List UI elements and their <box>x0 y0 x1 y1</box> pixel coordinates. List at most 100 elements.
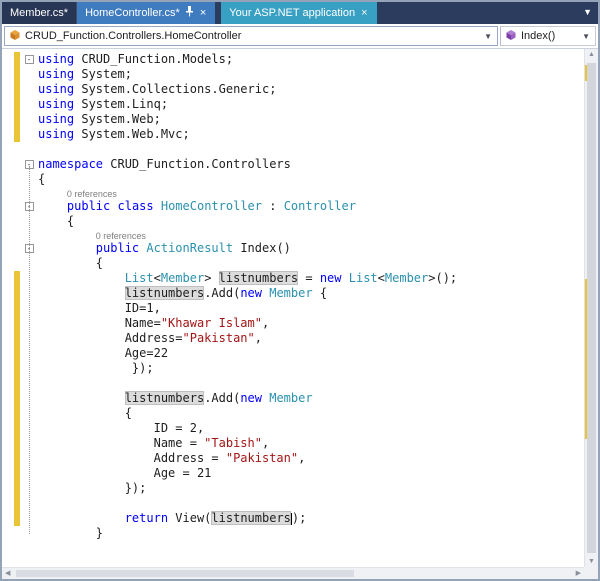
code-line-text: }); <box>38 481 147 496</box>
code-line: - namespace CRUD_Function.Controllers <box>2 157 584 172</box>
glyph-margin <box>2 481 14 496</box>
codelens-references: 0 references <box>66 189 117 199</box>
code-line-text: Name = "Tabish", <box>38 436 270 451</box>
code-line: - public ActionResult Index() <box>2 241 584 256</box>
code-line: Address="Pakistan", <box>2 331 584 346</box>
tab-member-cs[interactable]: Member.cs* <box>2 2 78 24</box>
glyph-margin <box>2 436 14 451</box>
fold-toggle[interactable]: - <box>24 55 34 64</box>
glyph-margin <box>2 526 14 541</box>
close-icon[interactable]: × <box>360 7 368 19</box>
glyph-margin <box>2 97 14 112</box>
code-line: using System.Web; <box>2 112 584 127</box>
code-line-text: ID = 2, <box>38 421 205 436</box>
horizontal-scrollbar[interactable]: ◀ ▶ <box>2 567 584 579</box>
code-token: System; <box>74 67 132 81</box>
code-token: = <box>298 271 320 285</box>
highlighted-symbol: listnumbers <box>124 286 205 300</box>
member-dropdown[interactable]: Index() ▼ <box>500 26 596 46</box>
glyph-margin <box>2 331 14 346</box>
code-token: { <box>38 256 104 270</box>
chevron-down-icon[interactable]: ▼ <box>484 32 492 41</box>
glyph-margin <box>2 316 14 331</box>
code-line: Age = 21 <box>2 466 584 481</box>
tab-list-dropdown-icon[interactable]: ▼ <box>577 2 598 24</box>
code-token: new <box>240 391 262 405</box>
type-dropdown-value: CRUD_Function.Controllers.HomeController <box>25 30 242 42</box>
code-line <box>2 376 584 391</box>
code-token: class <box>117 199 154 213</box>
code-line-text: Name="Khawar Islam", <box>38 316 270 331</box>
code-token: { <box>38 172 46 186</box>
code-token: "Tabish" <box>204 436 262 450</box>
scroll-up-icon[interactable]: ▲ <box>585 51 598 58</box>
codelens-line: 0 references <box>2 229 584 241</box>
code-editor[interactable]: - using CRUD_Function.Models; using System… <box>2 49 584 567</box>
document-tab-bar: Member.cs* HomeController.cs* × Your ASP… <box>2 2 598 24</box>
code-line: }); <box>2 361 584 376</box>
code-token: "Khawar Islam" <box>160 316 262 330</box>
code-line-text: 0 references <box>38 187 117 199</box>
vertical-scrollbar[interactable]: ▲ ▼ <box>584 49 598 567</box>
code-token: Controller <box>283 199 356 213</box>
code-token: , <box>261 436 270 450</box>
code-token: List <box>348 271 378 285</box>
glyph-margin <box>2 376 14 391</box>
code-token: ); <box>291 511 307 525</box>
glyph-margin <box>2 271 14 286</box>
code-token: { <box>312 286 328 300</box>
code-token: new <box>319 271 342 285</box>
code-token: , <box>261 316 270 330</box>
glyph-margin <box>2 286 14 301</box>
code-token: using <box>38 97 75 111</box>
pin-icon[interactable] <box>185 6 194 20</box>
scroll-right-icon[interactable]: ▶ <box>576 569 581 577</box>
code-line: - public class HomeController : Controll… <box>2 199 584 214</box>
code-line: Age=22 <box>2 346 584 361</box>
glyph-margin <box>2 67 14 82</box>
code-line-text: { <box>38 406 132 421</box>
close-icon[interactable]: × <box>199 7 207 19</box>
code-token: using <box>38 52 75 66</box>
code-token: Name= <box>38 316 161 330</box>
outlining-margin <box>20 142 38 157</box>
code-token: List <box>124 271 154 285</box>
tab-homecontroller-cs[interactable]: HomeController.cs* × <box>77 2 216 24</box>
navigation-bar: CRUD_Function.Controllers.HomeController… <box>2 24 598 49</box>
outlining-margin <box>20 112 38 127</box>
code-token: Member <box>384 271 429 285</box>
vertical-scrollbar-thumb[interactable] <box>587 63 596 553</box>
code-token: : <box>262 199 284 213</box>
scroll-down-icon[interactable]: ▼ <box>585 558 598 565</box>
glyph-margin <box>2 157 14 172</box>
code-token: }); <box>38 481 147 495</box>
code-token: Index() <box>233 241 291 255</box>
code-line-text: { <box>38 256 103 271</box>
outlining-margin <box>20 97 38 112</box>
code-line-text: namespace CRUD_Function.Controllers <box>38 157 291 172</box>
glyph-margin <box>2 172 14 187</box>
code-line: Name = "Tabish", <box>2 436 584 451</box>
type-dropdown[interactable]: CRUD_Function.Controllers.HomeController… <box>4 26 498 46</box>
code-token: , <box>298 451 306 465</box>
code-line-text: using System.Linq; <box>38 97 168 112</box>
code-line: { <box>2 172 584 187</box>
tab-label: Member.cs* <box>10 7 69 19</box>
code-token: using <box>38 127 75 141</box>
glyph-margin <box>2 391 14 406</box>
chevron-down-icon[interactable]: ▼ <box>582 32 590 41</box>
tab-aspnet-application[interactable]: Your ASP.NET application × <box>221 2 377 24</box>
glyph-margin <box>2 52 14 67</box>
glyph-margin <box>2 361 14 376</box>
code-line-text: Address = "Pakistan", <box>38 451 306 466</box>
code-line: Name="Khawar Islam", <box>2 316 584 331</box>
horizontal-scrollbar-thumb[interactable] <box>16 570 354 577</box>
scroll-left-icon[interactable]: ◀ <box>5 569 10 577</box>
code-token: CRUD_Function.Models; <box>74 52 234 66</box>
glyph-margin <box>2 466 14 481</box>
